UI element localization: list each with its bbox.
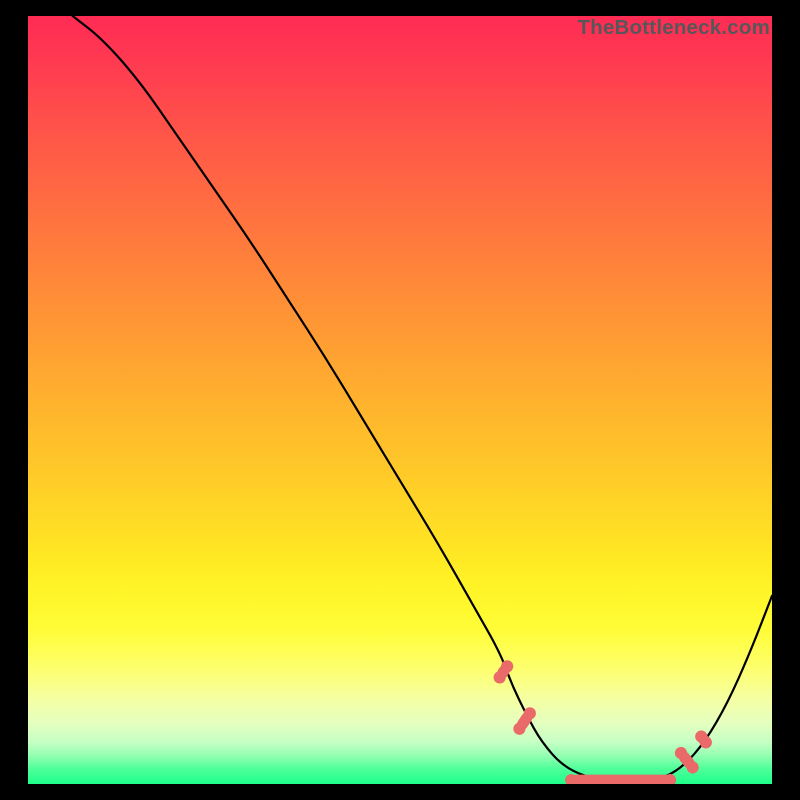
chart-overlay-svg	[28, 16, 772, 784]
chart-plot-area: TheBottleneck.com	[28, 16, 772, 784]
marker-flat-zone	[565, 774, 676, 784]
optimal-range-markers	[491, 658, 714, 784]
watermark-text: TheBottleneck.com	[578, 16, 771, 40]
bottleneck-curve	[73, 16, 772, 782]
